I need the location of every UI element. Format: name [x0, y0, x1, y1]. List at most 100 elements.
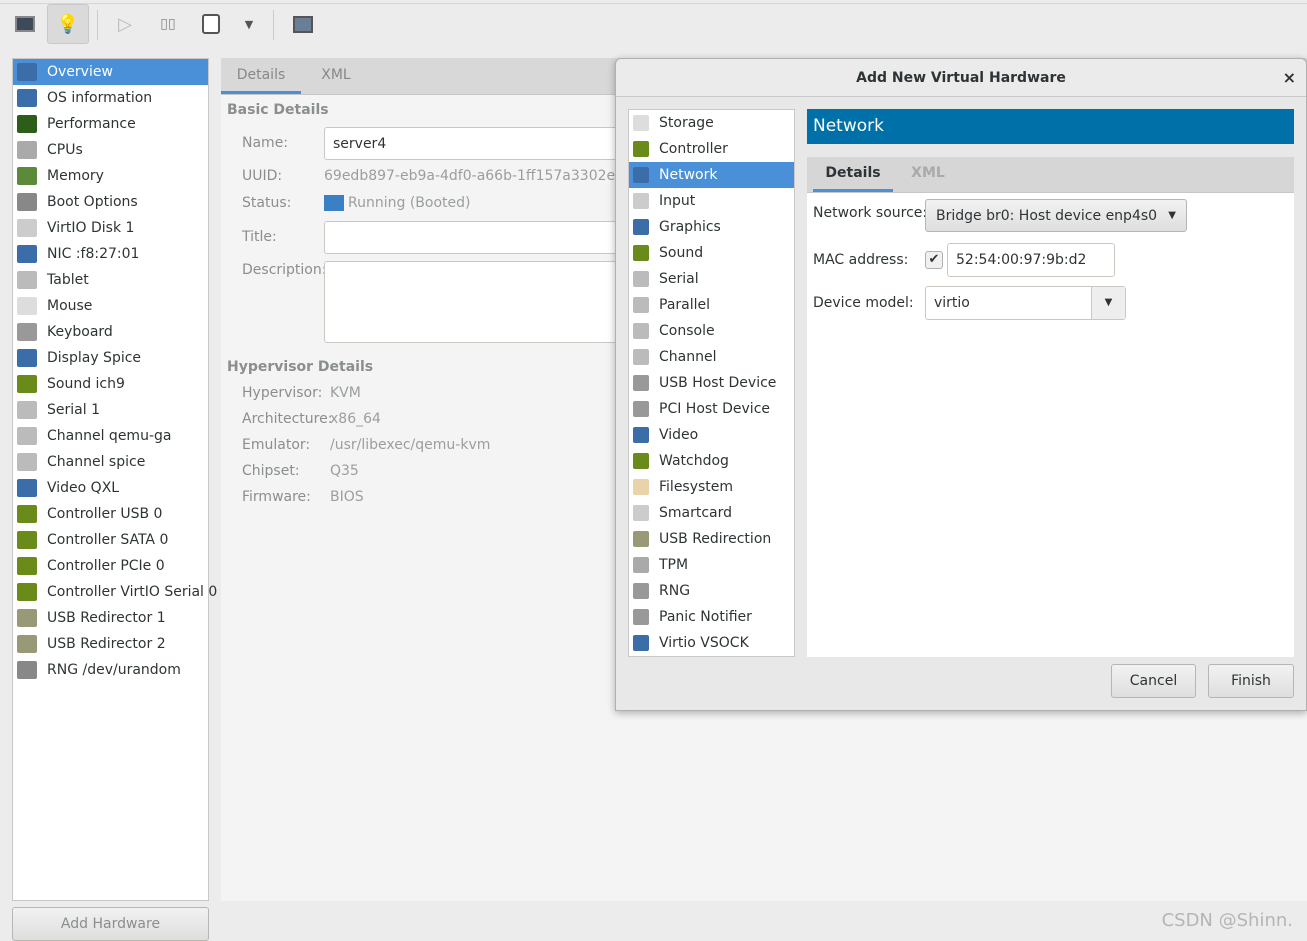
sidebar-item[interactable]: USB Redirector 1 [13, 605, 208, 631]
run-button[interactable]: ▷ [110, 4, 140, 44]
sidebar-item[interactable]: Mouse [13, 293, 208, 319]
channel-icon [17, 453, 37, 471]
controller-icon [17, 557, 37, 575]
device-type-item[interactable]: Console [629, 318, 794, 344]
add-hardware-button[interactable]: Add Hardware [12, 907, 209, 941]
sidebar-item-label: CPUs [47, 142, 83, 158]
sidebar-item[interactable]: Boot Options [13, 189, 208, 215]
sidebar-item[interactable]: USB Redirector 2 [13, 631, 208, 657]
device-type-item[interactable]: Video [629, 422, 794, 448]
mac-address-input[interactable]: 52:54:00:97:9b:d2 [947, 243, 1115, 277]
sidebar-item[interactable]: Performance [13, 111, 208, 137]
device-icon [633, 297, 649, 313]
device-model-combo[interactable]: virtio ▼ [925, 286, 1126, 320]
device-type-item[interactable]: Smartcard [629, 500, 794, 526]
shutdown-button[interactable] [198, 4, 224, 44]
sidebar-item[interactable]: Controller USB 0 [13, 501, 208, 527]
hypervisor-field-label: Emulator: [242, 437, 311, 453]
sidebar-item[interactable]: Video QXL [13, 475, 208, 501]
device-type-item[interactable]: USB Redirection [629, 526, 794, 552]
sidebar-item[interactable]: VirtIO Disk 1 [13, 215, 208, 241]
sidebar-item[interactable]: CPUs [13, 137, 208, 163]
sidebar-item[interactable]: Controller PCIe 0 [13, 553, 208, 579]
device-type-item[interactable]: Parallel [629, 292, 794, 318]
sidebar-item-label: Serial 1 [47, 402, 100, 418]
device-type-item[interactable]: Controller [629, 136, 794, 162]
fullscreen-icon [293, 15, 313, 33]
device-type-item[interactable]: Filesystem [629, 474, 794, 500]
performance-icon [17, 115, 37, 133]
sidebar-item[interactable]: Display Spice [13, 345, 208, 371]
status-label: Status: [242, 195, 292, 211]
device-icon [633, 323, 649, 339]
tablet-icon [17, 271, 37, 289]
device-type-item[interactable]: Virtio VSOCK [629, 630, 794, 656]
monitor-icon [17, 63, 37, 81]
device-type-item[interactable]: Graphics [629, 214, 794, 240]
device-type-item[interactable]: Network [629, 162, 794, 188]
close-icon[interactable]: × [1283, 68, 1296, 87]
sidebar-item[interactable]: Keyboard [13, 319, 208, 345]
device-type-label: Panic Notifier [659, 609, 752, 625]
uuid-label: UUID: [242, 168, 283, 184]
sidebar-item[interactable]: Serial 1 [13, 397, 208, 423]
network-source-label: Network source: [813, 205, 928, 221]
console-button[interactable] [8, 4, 42, 44]
sidebar-item-label: Tablet [47, 272, 89, 288]
chevron-down-icon[interactable]: ▼ [1091, 287, 1125, 319]
network-source-select[interactable]: Bridge br0: Host device enp4s0 ▼ [925, 199, 1187, 232]
device-type-item[interactable]: Watchdog [629, 448, 794, 474]
device-type-item[interactable]: Input [629, 188, 794, 214]
device-type-label: Storage [659, 115, 714, 131]
sidebar-item-label: Controller SATA 0 [47, 532, 169, 548]
fullscreen-button[interactable] [288, 4, 318, 44]
sidebar-item[interactable]: Memory [13, 163, 208, 189]
add-hardware-dialog: Add New Virtual Hardware × Storage Contro… [615, 58, 1307, 711]
device-type-item[interactable]: PCI Host Device [629, 396, 794, 422]
sidebar-item[interactable]: OS information [13, 85, 208, 111]
mac-checkbox[interactable]: ✔ [925, 251, 943, 269]
device-type-label: Smartcard [659, 505, 733, 521]
device-type-item[interactable]: Panic Notifier [629, 604, 794, 630]
tab-details[interactable]: Details [221, 58, 301, 94]
device-type-list[interactable]: Storage Controller Network Input Graphics Sou… [628, 109, 795, 657]
sidebar-item[interactable]: Controller VirtIO Serial 0 [13, 579, 217, 605]
device-type-item[interactable]: Sound [629, 240, 794, 266]
device-type-item[interactable]: RNG [629, 578, 794, 604]
sidebar-item-label: Memory [47, 168, 104, 184]
device-type-item[interactable]: Serial [629, 266, 794, 292]
gears-icon [17, 193, 37, 211]
sidebar-item[interactable]: RNG /dev/urandom [13, 657, 208, 683]
sidebar-item[interactable]: Sound ich9 [13, 371, 208, 397]
sidebar-item[interactable]: Channel qemu-ga [13, 423, 208, 449]
sidebar-item-label: OS information [47, 90, 153, 106]
device-type-item[interactable]: USB Host Device [629, 370, 794, 396]
pause-button[interactable]: ▯▯ [153, 4, 183, 44]
device-type-item[interactable]: Channel [629, 344, 794, 370]
sidebar-item[interactable]: Overview [13, 59, 208, 85]
device-type-item[interactable]: TPM [629, 552, 794, 578]
device-type-label: USB Redirection [659, 531, 772, 547]
hypervisor-field-value: Q35 [330, 463, 359, 479]
cancel-button[interactable]: Cancel [1111, 664, 1196, 698]
sidebar-item[interactable]: NIC :f8:27:01 [13, 241, 208, 267]
dialog-tab-xml[interactable]: XML [893, 157, 963, 192]
finish-button[interactable]: Finish [1208, 664, 1294, 698]
hardware-list[interactable]: Overview OS information Performance CPUs Mem… [12, 58, 217, 901]
dialog-tab-details[interactable]: Details [813, 157, 893, 192]
details-button[interactable]: 💡 [47, 4, 89, 44]
tab-xml[interactable]: XML [301, 58, 371, 94]
sidebar-item[interactable]: Channel spice [13, 449, 208, 475]
device-type-item[interactable]: Storage [629, 110, 794, 136]
device-icon [633, 609, 649, 625]
shutdown-menu-button[interactable]: ▼ [238, 4, 260, 44]
gears-icon [17, 661, 37, 679]
sidebar-item[interactable]: Tablet [13, 267, 208, 293]
device-icon [633, 375, 649, 391]
device-icon [633, 401, 649, 417]
sidebar-item[interactable]: Controller SATA 0 [13, 527, 208, 553]
device-icon [633, 505, 649, 521]
device-type-label: PCI Host Device [659, 401, 771, 417]
device-type-label: Channel [659, 349, 717, 365]
controller-icon [17, 505, 37, 523]
